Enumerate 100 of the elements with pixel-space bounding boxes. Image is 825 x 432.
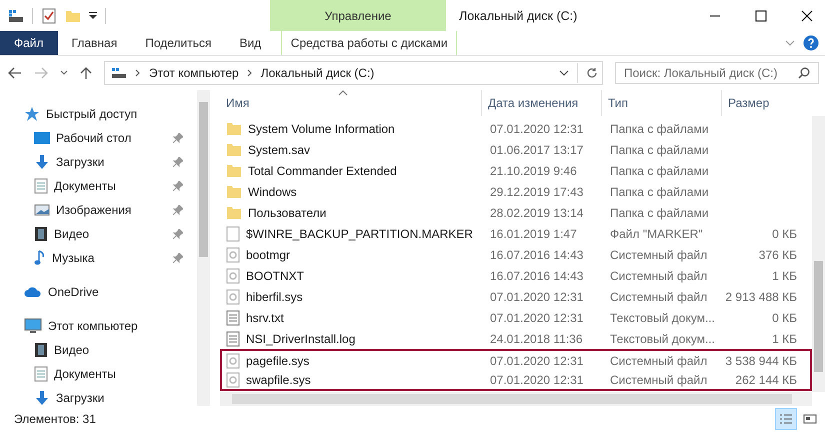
system-file-icon [226, 372, 240, 388]
file-row[interactable]: BOOTNXT 16.07.2016 14:43 Системный файл 1 КБ [220, 265, 812, 286]
close-icon[interactable] [801, 10, 813, 22]
size-cell: 262 144 КБ [735, 372, 797, 386]
pin-icon[interactable] [173, 253, 183, 263]
nav-item[interactable]: Загрузки [0, 386, 197, 410]
nav-item[interactable]: Быстрый доступ [0, 102, 197, 126]
checklist-icon[interactable] [41, 8, 57, 24]
download-arrow-icon [34, 154, 50, 170]
chevron-down-icon[interactable] [559, 70, 569, 76]
star-icon [24, 106, 40, 122]
breadcrumb[interactable]: Локальный диск (C:) [260, 66, 374, 80]
chevron-right-icon[interactable] [246, 69, 253, 77]
scrollbar[interactable] [197, 90, 210, 406]
horizontal-scrollbar[interactable] [220, 392, 812, 406]
folder-icon [226, 122, 242, 136]
up-arrow-icon[interactable] [80, 66, 92, 80]
nav-item[interactable]: Рабочий стол [0, 126, 197, 150]
scrollbar[interactable] [812, 116, 825, 392]
chevron-right-icon[interactable] [135, 69, 141, 77]
nav-item[interactable]: Видео [0, 222, 197, 246]
folder-icon [226, 206, 242, 220]
column-header[interactable]: Имя [220, 90, 482, 116]
drive-icon [111, 67, 127, 79]
nav-item[interactable]: Документы [0, 174, 197, 198]
date-cell: 16.01.2019 1:47 [490, 226, 577, 240]
dropdown-icon[interactable] [89, 10, 97, 20]
folder-icon [226, 142, 242, 156]
file-row[interactable]: $WINRE_BACKUP_PARTITION.MARKER 16.01.2019 1:47 Файл "MARKER" 0 КБ [220, 223, 812, 244]
nav-item[interactable]: Видео [0, 338, 197, 362]
cloud-icon [24, 286, 42, 298]
pin-icon[interactable] [173, 133, 183, 143]
file-row[interactable]: System.sav 01.06.2017 13:17 Папка с файлами [220, 139, 812, 160]
file-row[interactable]: hsrv.txt 07.01.2020 12:31 Текстовый докум... 0 КБ [220, 307, 812, 328]
film-icon [34, 342, 48, 358]
ribbon-tab[interactable]: Главная [58, 31, 132, 55]
date-cell: 21.10.2019 9:46 [490, 164, 577, 178]
file-name: System Volume Information [248, 122, 395, 136]
file-row[interactable]: Пользователи 28.02.2019 13:14 Папка с файлами [220, 202, 812, 223]
ribbon-tab[interactable]: Вид [225, 31, 276, 55]
column-header[interactable]: Размер [722, 90, 799, 116]
nav-item[interactable]: Музыка [0, 246, 197, 270]
size-cell: 0 КБ [772, 310, 797, 324]
file-name: BOOTNXT [246, 268, 304, 282]
chevron-down-icon[interactable] [60, 70, 68, 76]
pin-icon[interactable] [173, 205, 183, 215]
folder-icon [226, 164, 242, 178]
file-name: System.sav [248, 142, 310, 156]
file-row[interactable]: NSI_DriverInstall.log 24.01.2018 11:36 Текстовый докум... 1 КБ [220, 328, 812, 349]
file-row[interactable]: pagefile.sys 07.01.2020 12:31 Системный файл 3 538 944 КБ [220, 349, 812, 370]
nav-item[interactable]: Изображения [0, 198, 197, 222]
date-cell: 07.01.2020 12:31 [490, 122, 584, 136]
type-cell: Системный файл [610, 290, 708, 304]
ribbon-tab[interactable]: Файл [0, 31, 58, 55]
type-cell: Папка с файлами [610, 122, 709, 136]
file-row[interactable]: hiberfil.sys 07.01.2020 12:31 Системный файл 2 913 488 КБ [220, 286, 812, 307]
date-cell: 01.06.2017 13:17 [490, 142, 584, 156]
nav-item[interactable]: Этот компьютер [0, 314, 197, 338]
file-row[interactable]: bootmgr 16.07.2016 14:43 Системный файл 376 КБ [220, 244, 812, 265]
pin-icon[interactable] [173, 157, 183, 167]
file-name: Total Commander Extended [248, 164, 397, 178]
back-arrow-icon[interactable] [8, 67, 22, 79]
column-header[interactable]: Тип [602, 90, 722, 116]
nav-item[interactable]: Документы [0, 362, 197, 386]
system-file-icon [226, 268, 240, 284]
music-note-icon [34, 250, 46, 266]
search-icon[interactable] [798, 67, 810, 79]
refresh-icon[interactable] [586, 67, 598, 79]
type-cell: Текстовый докум... [610, 310, 715, 324]
help-icon[interactable] [803, 35, 819, 51]
date-cell: 28.02.2019 13:14 [490, 206, 584, 220]
drive-icon[interactable] [8, 8, 24, 22]
file-name: NSI_DriverInstall.log [246, 332, 356, 346]
ribbon-tab[interactable]: Поделиться [131, 31, 226, 55]
type-cell: Системный файл [610, 354, 708, 368]
list-icon [779, 413, 793, 425]
nav-item[interactable]: Загрузки [0, 150, 197, 174]
date-cell: 07.01.2020 12:31 [490, 372, 584, 386]
ribbon-tab[interactable]: Средства работы с дисками [281, 31, 458, 55]
size-cell: 0 КБ [772, 226, 797, 240]
file-name: pagefile.sys [246, 354, 310, 368]
folder-icon [226, 184, 242, 198]
maximize-icon[interactable] [755, 10, 767, 22]
type-cell: Папка с файлами [610, 142, 709, 156]
column-header[interactable]: Дата изменения [482, 90, 602, 116]
file-row[interactable]: Windows 29.12.2019 17:43 Папка с файлами [220, 181, 812, 202]
date-cell: 07.01.2020 12:31 [490, 354, 584, 368]
file-row[interactable]: System Volume Information 07.01.2020 12:31 Папка с файлами [220, 118, 812, 139]
search-field[interactable]: Поиск: Локальный диск (C:) [615, 62, 819, 84]
preview-pane-icon [803, 413, 817, 425]
pin-icon[interactable] [173, 181, 183, 191]
details-view-button[interactable] [775, 408, 797, 430]
address-bar[interactable]: Этот компьютер Локальный диск (C:) [104, 61, 603, 85]
breadcrumb[interactable]: Этот компьютер [149, 66, 239, 80]
file-row[interactable]: Total Commander Extended 21.10.2019 9:46 Папка с файлами [220, 160, 812, 181]
pin-icon[interactable] [173, 229, 183, 239]
monitor-icon [24, 318, 42, 334]
type-cell: Папка с файлами [610, 164, 709, 178]
nav-item[interactable]: OneDrive [0, 280, 197, 304]
size-cell: 2 913 488 КБ [725, 290, 797, 304]
